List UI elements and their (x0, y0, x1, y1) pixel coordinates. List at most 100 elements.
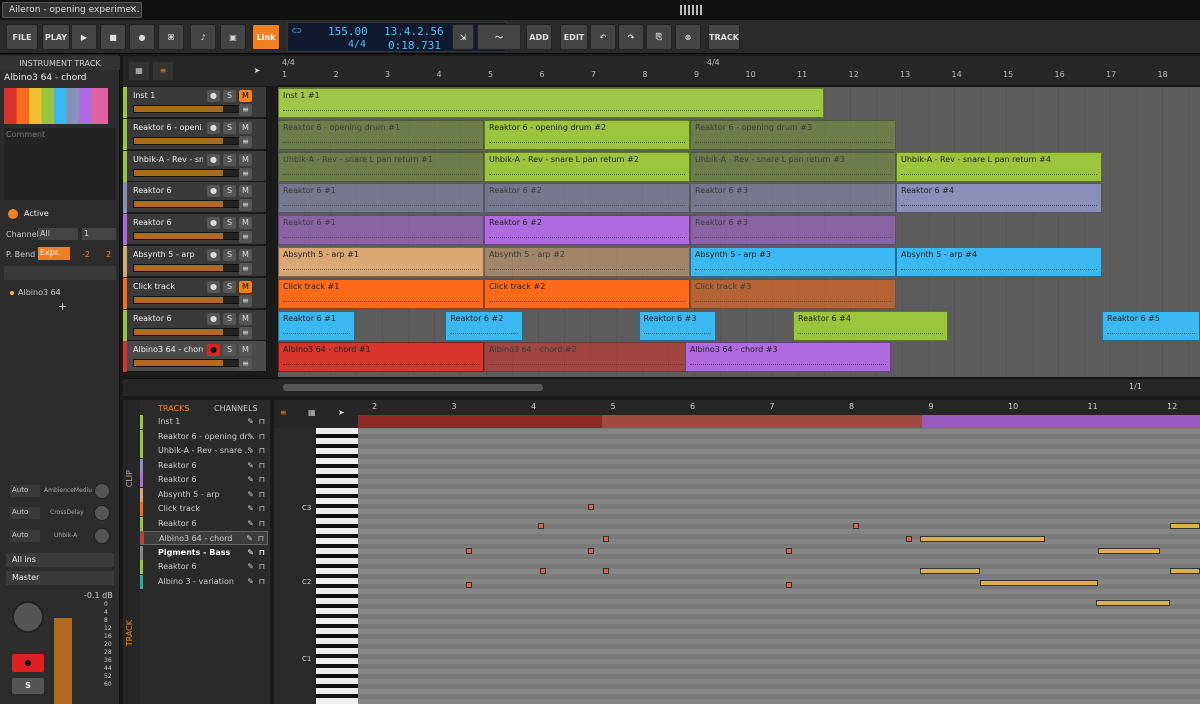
clip[interactable]: Reaktor 6 #1 (278, 310, 356, 341)
track-name[interactable]: Uhbik-A - Rev - sn... (133, 155, 203, 164)
time-signature-marker[interactable]: 4/4 (282, 58, 295, 67)
track-name[interactable]: Reaktor 6 (133, 314, 203, 323)
midi-note[interactable] (603, 568, 609, 574)
clip[interactable]: Reaktor 6 #3 (690, 215, 896, 246)
clip[interactable]: Absynth 5 - arp #4 (896, 247, 1102, 277)
mute-button[interactable]: M (239, 312, 252, 325)
pin-icon[interactable]: ✎ (247, 519, 254, 528)
volume-fader[interactable] (133, 136, 243, 145)
volume-fader[interactable] (133, 327, 243, 336)
track-name[interactable]: Reaktor 6 (133, 186, 203, 195)
midi-note[interactable] (540, 568, 546, 574)
remote-3-mode[interactable]: Auto (10, 530, 40, 542)
solo-button[interactable]: S (12, 678, 44, 694)
mute-button[interactable]: M (239, 153, 252, 166)
remote-1-mode[interactable]: Auto (10, 485, 40, 497)
midi-note[interactable] (1096, 600, 1170, 606)
track-header[interactable]: Uhbik-A - Rev - sn... ● S M ≡ (123, 150, 266, 182)
lock-icon[interactable]: ⊓ (259, 519, 265, 528)
channels-tab[interactable]: CHANNELS (214, 404, 258, 413)
record-arm-icon[interactable]: ● (207, 344, 220, 357)
mute-button[interactable]: M (239, 249, 252, 261)
track-header[interactable]: Reaktor 6 ● S M ≡ (123, 309, 266, 341)
metronome-icon[interactable]: ♪ (190, 24, 216, 50)
punch-in-icon[interactable]: ⇲ (452, 24, 474, 50)
midi-note[interactable] (466, 548, 472, 554)
record-arm-icon[interactable]: ● (207, 90, 220, 102)
track-header[interactable]: Albino3 64 - chord ● S M ≡ (123, 341, 266, 373)
track-header[interactable]: Click track ● S M ≡ (123, 277, 266, 309)
volume-fader[interactable] (133, 105, 243, 113)
track-lane[interactable]: Click track #1 Click track #2 Click track … (278, 278, 1200, 309)
editor-track-item[interactable]: Pigments - Bass ✎ ⊓ (140, 545, 268, 560)
volume-fader[interactable] (133, 232, 243, 241)
clip[interactable]: Reaktor 6 - opening drum #1 (278, 119, 484, 150)
track-header[interactable]: Absynth 5 - arp ● S M ≡ (123, 246, 266, 277)
piano-keyboard[interactable]: C3 C2 C1 (274, 428, 358, 704)
midi-note[interactable] (466, 582, 472, 588)
redo-icon[interactable]: ↷ (618, 24, 644, 50)
lock-icon[interactable]: ⊓ (259, 504, 265, 513)
solo-button[interactable]: S (223, 249, 236, 261)
clip[interactable]: Reaktor 6 #4 (896, 183, 1102, 214)
remote-knob-2[interactable] (94, 505, 110, 521)
mute-button[interactable]: M (239, 280, 252, 293)
track-side-tab[interactable]: TRACK (125, 620, 134, 646)
clip[interactable]: Reaktor 6 - opening drum #2 (484, 119, 690, 150)
piano-keys[interactable] (316, 428, 358, 704)
editor-list-icon[interactable]: ≡ (280, 408, 287, 417)
clip[interactable]: Reaktor 6 #3 (638, 310, 716, 341)
record-arm-icon[interactable]: ● (207, 217, 220, 230)
midi-note[interactable] (853, 523, 859, 529)
track-menu-icon[interactable]: ≡ (239, 358, 252, 371)
editor-track-item[interactable]: Reaktor 6 - opening dr... ✎ ⊓ (140, 429, 268, 444)
clip[interactable]: Reaktor 6 #5 (1102, 310, 1200, 341)
document-tab[interactable]: Aileron - opening experime... * ✕ (2, 2, 142, 18)
midi-note[interactable] (786, 548, 792, 554)
volume-fader[interactable] (133, 168, 243, 177)
track-header[interactable]: Reaktor 6 - openi... ● S M ≡ (123, 118, 266, 150)
clip[interactable]: Click track #2 (484, 278, 690, 309)
play-icon[interactable]: ▶ (71, 24, 97, 50)
solo-button[interactable]: S (223, 312, 236, 325)
paste-icon[interactable]: ⎘ (646, 24, 672, 50)
clip[interactable]: Click track #1 (278, 278, 484, 309)
lock-icon[interactable]: ⊓ (258, 534, 264, 543)
track-menu-icon[interactable]: ≡ (239, 326, 252, 339)
record-arm-icon[interactable]: ● (207, 280, 220, 293)
tempo-value[interactable]: 155.00 (328, 25, 368, 38)
track-name[interactable]: Reaktor 6 - openi... (133, 123, 203, 132)
editor-track-item[interactable]: Albino3 64 - chord ✎ ⊓ (140, 531, 268, 545)
clip[interactable]: Reaktor 6 #1 (278, 215, 484, 246)
track-lane[interactable]: Reaktor 6 #1 Reaktor 6 #2 Reaktor 6 #3 Reak… (278, 182, 1200, 214)
clip[interactable]: Absynth 5 - arp #2 (484, 247, 690, 277)
clip[interactable]: Click track #3 (690, 278, 896, 309)
midi-note[interactable] (1170, 568, 1200, 574)
record-arm-icon[interactable]: ● (207, 185, 220, 198)
close-tab-icon[interactable]: ✕ (129, 5, 137, 15)
midi-note[interactable] (980, 580, 1098, 586)
position-value[interactable]: 13.4.2.56 (384, 25, 444, 38)
pointer-tool-icon[interactable]: ➤ (248, 62, 266, 80)
groove-icon[interactable]: 〜 (477, 24, 521, 50)
volume-fader[interactable] (133, 359, 243, 368)
lock-icon[interactable]: ⊓ (259, 417, 265, 426)
pin-icon[interactable]: ✎ (247, 475, 254, 484)
clip[interactable]: Reaktor 6 - opening drum #3 (690, 119, 896, 150)
track-menu-icon[interactable]: ≡ (239, 104, 252, 116)
pin-icon[interactable]: ✎ (247, 548, 254, 557)
track-menu-icon[interactable]: ≡ (239, 199, 252, 212)
pin-icon[interactable]: ✎ (247, 461, 254, 470)
lock-icon[interactable]: ⊓ (259, 432, 265, 441)
midi-note[interactable] (588, 548, 594, 554)
solo-button[interactable]: S (223, 90, 236, 102)
pin-icon[interactable]: ✎ (247, 577, 254, 586)
track-lane[interactable]: Absynth 5 - arp #1 Absynth 5 - arp #2 Absy… (278, 246, 1200, 277)
clip[interactable]: Absynth 5 - arp #1 (278, 247, 484, 277)
track-lane[interactable]: Inst 1 #1 (278, 87, 1200, 118)
undo-icon[interactable]: ↶ (590, 24, 616, 50)
loop-toggle-icon[interactable]: ⊂⊃ (292, 26, 302, 35)
track-menu-icon[interactable]: ≡ (239, 263, 252, 275)
solo-button[interactable]: S (223, 153, 236, 166)
clip[interactable]: Uhbik-A - Rev - snare L pan return #2 (484, 151, 690, 182)
